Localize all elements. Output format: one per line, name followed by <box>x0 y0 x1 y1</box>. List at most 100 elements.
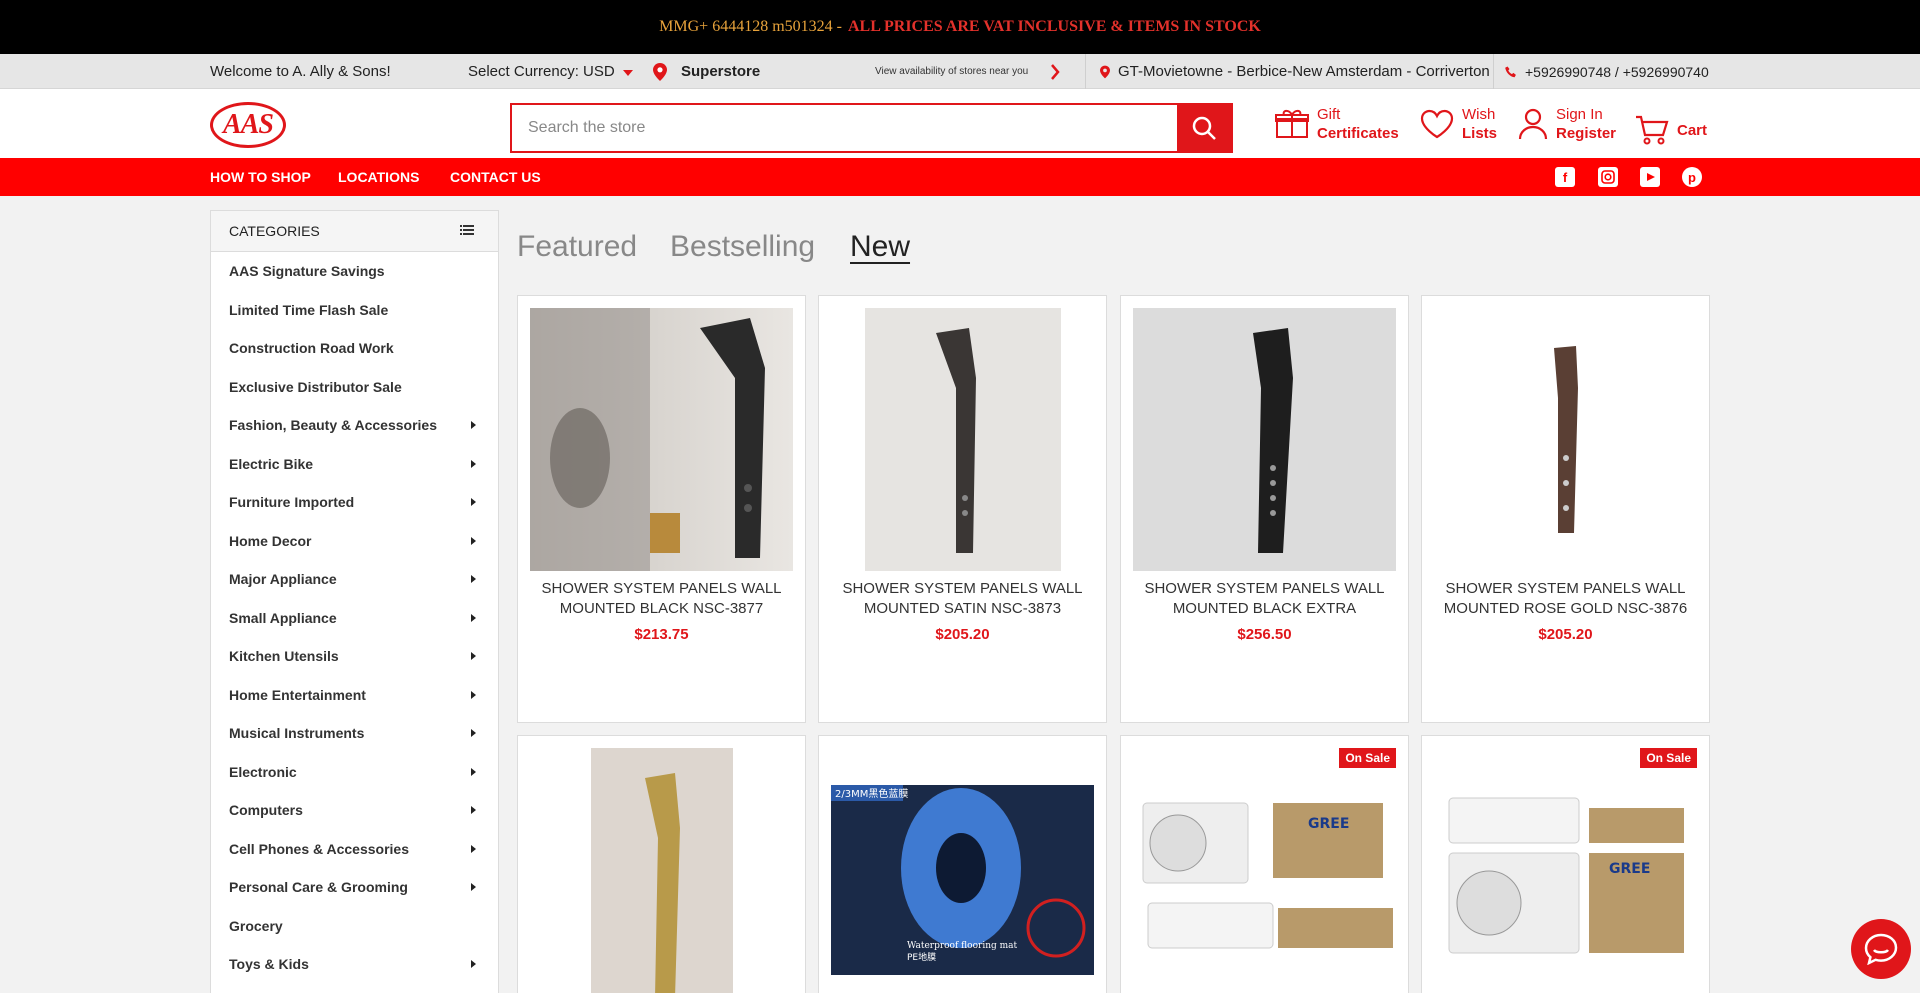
category-item[interactable]: Home Entertainment <box>211 676 498 715</box>
search-button[interactable] <box>1177 105 1231 151</box>
caret-right-icon[interactable] <box>471 806 476 814</box>
tab-featured[interactable]: Featured <box>517 230 637 264</box>
product-name[interactable]: SHOWER SYSTEM PANELS WALL MOUNTED ROSE G… <box>1430 579 1701 619</box>
instagram-icon[interactable] <box>1598 167 1618 187</box>
product-card[interactable]: SHOWER SYSTEM PANELS WALL MOUNTED ROSE G… <box>1421 295 1710 723</box>
caret-right-icon[interactable] <box>471 613 476 622</box>
store-availability-link[interactable]: View availability of stores near you <box>875 54 1028 89</box>
category-item[interactable]: Electric Bike <box>211 445 498 484</box>
store-name: Superstore <box>681 63 761 80</box>
product-name[interactable]: SHOWER SYSTEM PANELS WALL MOUNTED BLACK … <box>526 579 797 619</box>
pinterest-icon[interactable]: p <box>1682 167 1702 187</box>
caret-right-icon[interactable] <box>471 729 476 737</box>
caret-right-icon[interactable] <box>471 960 476 968</box>
product-name[interactable]: SHOWER SYSTEM PANELS WALL MOUNTED SATIN … <box>827 579 1098 619</box>
product-price: $205.20 <box>1538 626 1593 643</box>
store-locations[interactable]: GT-Movietowne - Berbice-New Amsterdam - … <box>1100 54 1490 89</box>
product-card[interactable]: 2/3MM黑色蓝膜 Waterproof flooring mat PE地膜 <box>818 735 1107 993</box>
category-item[interactable]: Home Decor <box>211 522 498 561</box>
utility-bar: Welcome to A. Ally & Sons! Select Curren… <box>0 54 1920 89</box>
tab-bestselling[interactable]: Bestselling <box>670 230 815 264</box>
caret-right-icon[interactable] <box>471 498 476 506</box>
product-card[interactable]: SHOWER SYSTEM PANELS WALL MOUNTED BLACK … <box>1120 295 1409 723</box>
categories-title: CATEGORIES <box>229 223 320 239</box>
site-header: AAS Gift Certificates Wish Lists Sign In… <box>0 89 1920 158</box>
store-logo[interactable]: AAS <box>210 102 286 148</box>
product-card[interactable]: GREE On Sale <box>1421 735 1710 993</box>
caret-right-icon[interactable] <box>471 690 476 699</box>
category-label: Furniture Imported <box>229 494 355 511</box>
caret-right-icon[interactable] <box>471 844 476 853</box>
search-input[interactable] <box>512 105 1177 151</box>
category-item[interactable]: Personal Care & Grooming <box>211 868 498 907</box>
currency-label: Select Currency: USD <box>468 63 615 80</box>
phone-numbers: +5926990748 / +5926990740 <box>1525 63 1709 80</box>
facebook-icon[interactable]: f <box>1555 167 1575 187</box>
category-item[interactable]: Construction Road Work <box>211 329 498 368</box>
caret-right-icon[interactable] <box>471 575 476 583</box>
list-icon[interactable] <box>460 225 474 235</box>
promo-bar: MMG+ 6444128 m501324 - ALL PRICES ARE VA… <box>0 0 1920 54</box>
gift-certificates-link[interactable]: Gift Certificates <box>1275 105 1399 143</box>
wish-lists-link[interactable]: Wish Lists <box>1420 105 1497 143</box>
caret-right-icon[interactable] <box>471 536 476 545</box>
youtube-icon[interactable] <box>1640 167 1660 187</box>
category-item[interactable]: Kitchen Utensils <box>211 637 498 676</box>
category-item[interactable]: Fashion, Beauty & Accessories <box>211 406 498 445</box>
product-name[interactable]: SHOWER SYSTEM PANELS WALL MOUNTED BLACK … <box>1129 579 1400 619</box>
category-item[interactable]: Limited Time Flash Sale <box>211 291 498 330</box>
category-label: Personal Care & Grooming <box>229 879 408 896</box>
category-item[interactable]: Cell Phones & Accessories <box>211 830 498 869</box>
category-item[interactable]: Exclusive Distributor Sale <box>211 368 498 407</box>
cart-link[interactable]: Cart <box>1635 115 1707 145</box>
product-image[interactable]: GREE <box>1434 748 1697 993</box>
product-image[interactable]: 2/3MM黑色蓝膜 Waterproof flooring mat PE地膜 <box>831 748 1094 993</box>
category-item[interactable]: Toys & Kids <box>211 945 498 984</box>
map-pin-icon <box>653 62 667 81</box>
nav-how-to-shop[interactable]: HOW TO SHOP <box>210 158 311 196</box>
product-image[interactable] <box>831 308 1094 571</box>
divider <box>1085 54 1086 89</box>
categories-sidebar: CATEGORIES AAS Signature Savings Limited … <box>210 210 499 993</box>
category-item[interactable]: Musical Instruments <box>211 714 498 753</box>
category-item[interactable]: Electronic <box>211 753 498 792</box>
promo-message: ALL PRICES ARE VAT INCLUSIVE & ITEMS IN … <box>847 18 1261 35</box>
product-image[interactable] <box>1434 308 1697 571</box>
chat-widget-button[interactable] <box>1851 919 1911 979</box>
caret-right-icon[interactable] <box>471 459 476 468</box>
product-card[interactable]: GREE On Sale <box>1120 735 1409 993</box>
category-item[interactable]: AAS Signature Savings <box>211 252 498 291</box>
sign-in-link[interactable]: Sign In Register <box>1518 105 1616 143</box>
gift-icon <box>1275 109 1309 138</box>
category-label: Electronic <box>229 763 297 780</box>
category-item[interactable]: Computers <box>211 791 498 830</box>
nav-contact-us[interactable]: CONTACT US <box>450 158 541 196</box>
currency-selector[interactable]: Select Currency: USD <box>468 54 633 89</box>
caret-right-icon[interactable] <box>471 652 476 660</box>
chevron-right-icon[interactable] <box>1050 54 1060 89</box>
product-price: $256.50 <box>1237 626 1292 643</box>
tab-new[interactable]: New <box>850 230 910 264</box>
nav-locations[interactable]: LOCATIONS <box>338 158 419 196</box>
category-item[interactable]: Grocery <box>211 907 498 946</box>
category-item[interactable]: Major Appliance <box>211 560 498 599</box>
product-image[interactable] <box>1133 308 1396 571</box>
category-item[interactable]: Furniture Imported <box>211 483 498 522</box>
store-selector[interactable]: Superstore <box>653 54 760 89</box>
caret-right-icon[interactable] <box>471 883 476 891</box>
phone-contact[interactable]: +5926990748 / +5926990740 <box>1505 54 1709 89</box>
product-price: $213.75 <box>634 626 689 643</box>
product-card[interactable]: SHOWER SYSTEM PANELS WALL MOUNTED BLACK … <box>517 295 806 723</box>
product-image[interactable] <box>530 308 793 571</box>
category-label: Cell Phones & Accessories <box>229 840 410 857</box>
category-item[interactable]: Small Appliance <box>211 599 498 638</box>
caret-right-icon[interactable] <box>471 421 476 429</box>
product-image[interactable] <box>530 748 793 993</box>
category-label: Kitchen Utensils <box>229 648 339 665</box>
caret-right-icon[interactable] <box>471 767 476 776</box>
product-card[interactable] <box>517 735 806 993</box>
product-image[interactable]: GREE <box>1133 748 1396 993</box>
product-card[interactable]: SHOWER SYSTEM PANELS WALL MOUNTED SATIN … <box>818 295 1107 723</box>
gift-line1: Gift <box>1317 106 1341 123</box>
locations-text: GT-Movietowne - Berbice-New Amsterdam - … <box>1118 63 1490 80</box>
